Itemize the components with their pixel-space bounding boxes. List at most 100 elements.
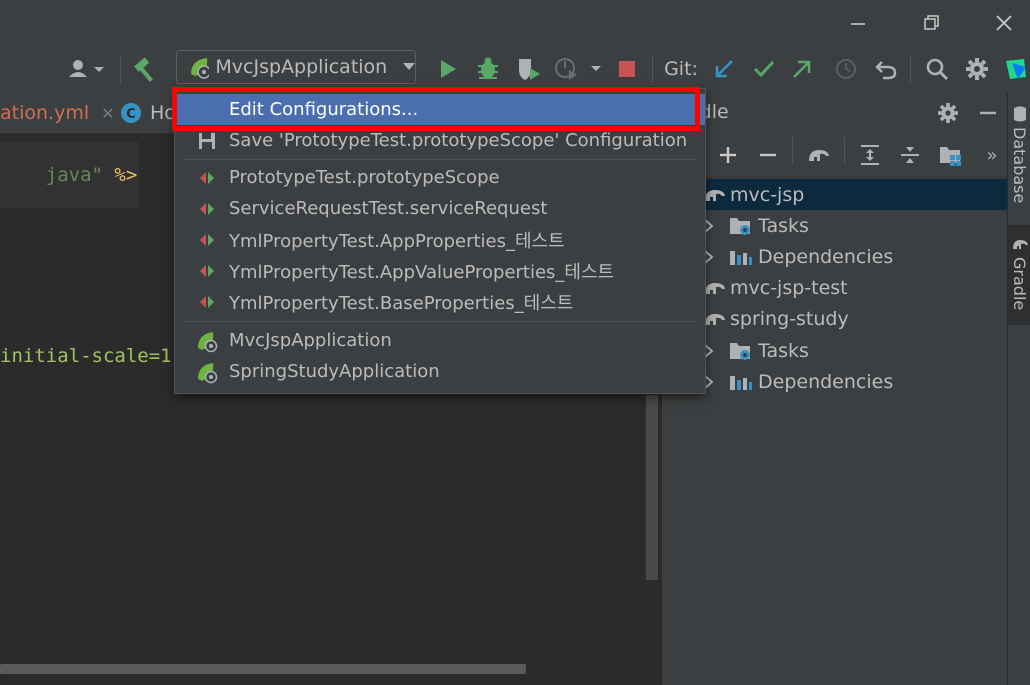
collapse-all-button[interactable] — [896, 141, 924, 169]
menu-item-base-properties-test[interactable]: YmlPropertyTest.BaseProperties_테스트 — [175, 286, 705, 317]
menu-item-spring-study-application[interactable]: SpringStudyApplication — [175, 356, 705, 387]
gradle-settings-button[interactable] — [934, 99, 962, 127]
save-icon — [195, 129, 219, 153]
menu-item-app-properties-test[interactable]: YmlPropertyTest.AppProperties_테스트 — [175, 224, 705, 255]
git-rollback-button[interactable] — [870, 45, 902, 93]
toolbox-logo-icon — [1006, 59, 1026, 79]
run-button[interactable] — [432, 45, 464, 93]
menu-item-service-request-test[interactable]: ServiceRequestTest.serviceRequest — [175, 193, 705, 224]
toolbar-separator — [792, 137, 793, 165]
gradle-tool-window: adle » mvc-jsp Tasks Dependencies mvc-js… — [661, 93, 1008, 685]
database-tab-label: Database — [1010, 127, 1029, 204]
arrow-down-left-icon — [715, 60, 733, 78]
tree-node-dependencies[interactable]: Dependencies — [662, 241, 1008, 272]
menu-item-app-value-properties-test[interactable]: YmlPropertyTest.AppValueProperties_테스트 — [175, 255, 705, 286]
menu-item-label: YmlPropertyTest.AppValueProperties_테스트 — [229, 261, 615, 283]
tree-node-dependencies[interactable]: Dependencies — [662, 366, 1008, 397]
tree-label: spring-study — [730, 307, 849, 330]
stop-button[interactable] — [612, 45, 642, 93]
account-button[interactable] — [62, 45, 110, 93]
elephant-icon — [809, 150, 829, 161]
junit-test-icon — [195, 290, 219, 314]
gradle-tool-button[interactable]: Gradle — [1008, 225, 1030, 325]
folder-gear-icon — [730, 217, 750, 235]
spring-boot-icon — [195, 360, 219, 384]
close-icon — [996, 15, 1012, 31]
tree-project-mvc-jsp[interactable]: mvc-jsp — [662, 179, 1008, 210]
tree-label: mvc-jsp — [730, 183, 805, 206]
restore-icon — [924, 15, 939, 30]
arrow-up-right-icon — [793, 60, 811, 78]
git-update-button[interactable] — [708, 45, 740, 93]
tree-label: Tasks — [758, 339, 809, 362]
more-actions-button[interactable]: » — [980, 141, 1004, 169]
gradle-header: adle — [662, 93, 1008, 133]
git-push-button[interactable] — [786, 45, 818, 93]
profile-button[interactable] — [550, 45, 606, 93]
spring-boot-icon — [195, 329, 219, 353]
git-commit-button[interactable] — [748, 45, 780, 93]
minimize-button[interactable] — [838, 8, 878, 38]
close-window-button[interactable] — [984, 8, 1024, 38]
tab-application-yml[interactable]: ation.yml ✕ — [0, 93, 115, 133]
editor-horizontal-scrollbar[interactable] — [0, 664, 526, 674]
clock-icon — [836, 59, 856, 79]
menu-item-label: ServiceRequestTest.serviceRequest — [229, 198, 548, 219]
build-button[interactable] — [128, 45, 162, 93]
gradle-execute-task-button[interactable] — [804, 141, 834, 169]
restore-button[interactable] — [912, 8, 952, 38]
tree-node-tasks[interactable]: Tasks — [662, 210, 1008, 241]
gradle-tab-label: Gradle — [1010, 257, 1029, 311]
tab-label: ation.yml — [0, 102, 90, 124]
toolbar-separator — [652, 55, 653, 83]
tree-node-tasks[interactable]: Tasks — [662, 335, 1008, 366]
spring-boot-icon — [191, 58, 210, 79]
tree-project-mvc-jsp-test[interactable]: mvc-jsp-test — [662, 272, 1008, 303]
tab-class-file[interactable]: C Ho — [120, 93, 180, 133]
remove-gradle-project-button[interactable] — [754, 141, 782, 169]
junit-test-icon — [195, 259, 219, 283]
git-history-button[interactable] — [830, 45, 862, 93]
gear-icon — [938, 103, 958, 123]
toolbar-separator — [120, 55, 121, 83]
tree-label: Dependencies — [758, 245, 894, 268]
menu-item-label: YmlPropertyTest.AppProperties_테스트 — [229, 230, 565, 252]
code-line: initial-scale=1 — [0, 345, 172, 367]
search-everywhere-button[interactable] — [920, 45, 954, 93]
gradle-hide-button[interactable] — [974, 99, 1002, 127]
profiler-icon — [555, 58, 601, 80]
toolbar-separator — [910, 55, 911, 83]
menu-item-label: PrototypeTest.prototypeScope — [229, 167, 500, 188]
database-icon — [1014, 106, 1026, 122]
tree-label: Tasks — [758, 214, 809, 237]
menu-item-label: Save 'PrototypeTest.prototypeScope' Conf… — [229, 130, 688, 151]
menu-item-prototype-test[interactable]: PrototypeTest.prototypeScope — [175, 162, 705, 193]
editor-vertical-scrollbar[interactable] — [646, 395, 658, 580]
code-tag: %> — [102, 164, 138, 186]
svg-text:C: C — [126, 107, 136, 122]
git-label: Git: — [664, 58, 698, 80]
coverage-button[interactable] — [512, 45, 546, 93]
run-configuration-selector[interactable]: MvcJspApplication — [176, 50, 416, 84]
database-tool-button[interactable]: Database — [1008, 101, 1030, 219]
library-icon — [730, 375, 752, 390]
group-modules-button[interactable] — [936, 141, 966, 169]
expand-all-button[interactable] — [856, 141, 884, 169]
tree-project-spring-study[interactable]: spring-study — [662, 303, 1008, 334]
stop-icon — [619, 61, 635, 77]
menu-item-label: YmlPropertyTest.BaseProperties_테스트 — [229, 292, 574, 314]
tab-close-icon[interactable]: ✕ — [101, 104, 114, 123]
junit-test-icon — [195, 166, 219, 190]
menu-item-mvc-jsp-application[interactable]: MvcJspApplication — [175, 325, 705, 356]
highlight-annotation — [172, 87, 700, 131]
run-config-label: MvcJspApplication — [215, 56, 388, 78]
add-gradle-project-button[interactable] — [714, 141, 742, 169]
elephant-icon — [1013, 240, 1028, 249]
debug-button[interactable] — [472, 45, 504, 93]
right-tool-window-strip: Database Gradle — [1007, 93, 1030, 685]
settings-button[interactable] — [960, 45, 994, 93]
plus-icon — [720, 147, 736, 163]
shield-run-icon — [519, 59, 540, 80]
play-icon — [441, 60, 456, 78]
jetbrains-toolbox-button[interactable] — [1002, 45, 1030, 93]
